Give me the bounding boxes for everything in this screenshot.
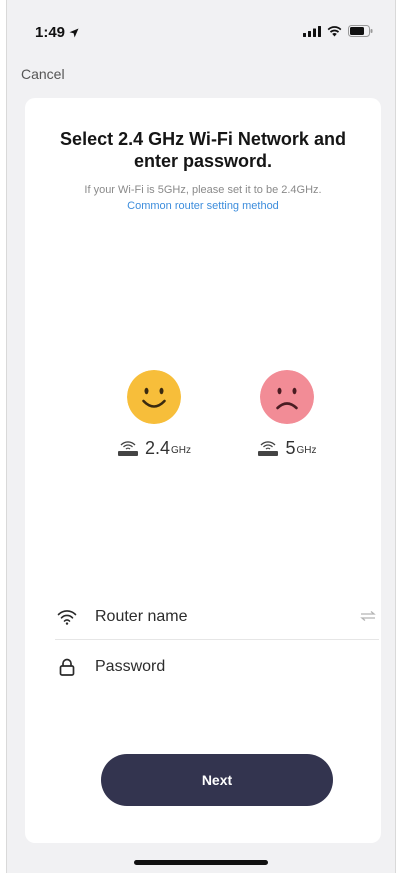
band-5ghz: 5 GHz: [237, 370, 337, 459]
home-indicator: [134, 860, 268, 865]
setup-card: Select 2.4 GHz Wi-Fi Network and enter p…: [25, 98, 381, 843]
status-indicators: [303, 25, 373, 37]
band-label: 2.4 GHz: [104, 438, 204, 459]
cancel-button[interactable]: Cancel: [21, 66, 65, 82]
router-icon: [117, 440, 138, 456]
router-name-field: [55, 595, 381, 639]
wifi-status-icon: [327, 25, 342, 36]
field-divider: [55, 639, 379, 640]
router-icon: [258, 440, 279, 456]
password-input[interactable]: [95, 658, 325, 676]
smile-face-icon: [127, 370, 181, 424]
wifi-icon: [55, 609, 79, 625]
battery-icon: [348, 25, 373, 37]
router-name-input[interactable]: [95, 608, 325, 626]
band-label: 5 GHz: [237, 438, 337, 459]
status-time-group: 1:49: [35, 24, 79, 41]
router-setting-link[interactable]: Common router setting method: [35, 200, 371, 212]
frown-face-icon: [260, 370, 314, 424]
status-time: 1:49: [35, 24, 66, 41]
password-field: [55, 645, 381, 689]
band-unit: GHz: [171, 445, 192, 456]
wifi-setup-screen: 1:49 Cancel Select 2.4 GHz Wi-Fi Network…: [6, 0, 396, 873]
switch-network-icon[interactable]: [359, 610, 377, 622]
band-hint-text: If your Wi-Fi is 5GHz, please set it to …: [84, 184, 322, 196]
lock-icon: [55, 658, 79, 676]
band-number: 2.4: [144, 438, 171, 458]
band-unit: GHz: [296, 445, 317, 456]
band-2-4ghz: 2.4 GHz: [104, 370, 204, 459]
page-title: Select 2.4 GHz Wi-Fi Network and enter p…: [60, 129, 346, 171]
next-button[interactable]: Next: [101, 754, 333, 806]
status-bar: 1:49: [7, 0, 395, 60]
band-number: 5: [285, 438, 296, 458]
location-arrow-icon: [69, 28, 79, 37]
cellular-signal-icon: [303, 25, 321, 37]
